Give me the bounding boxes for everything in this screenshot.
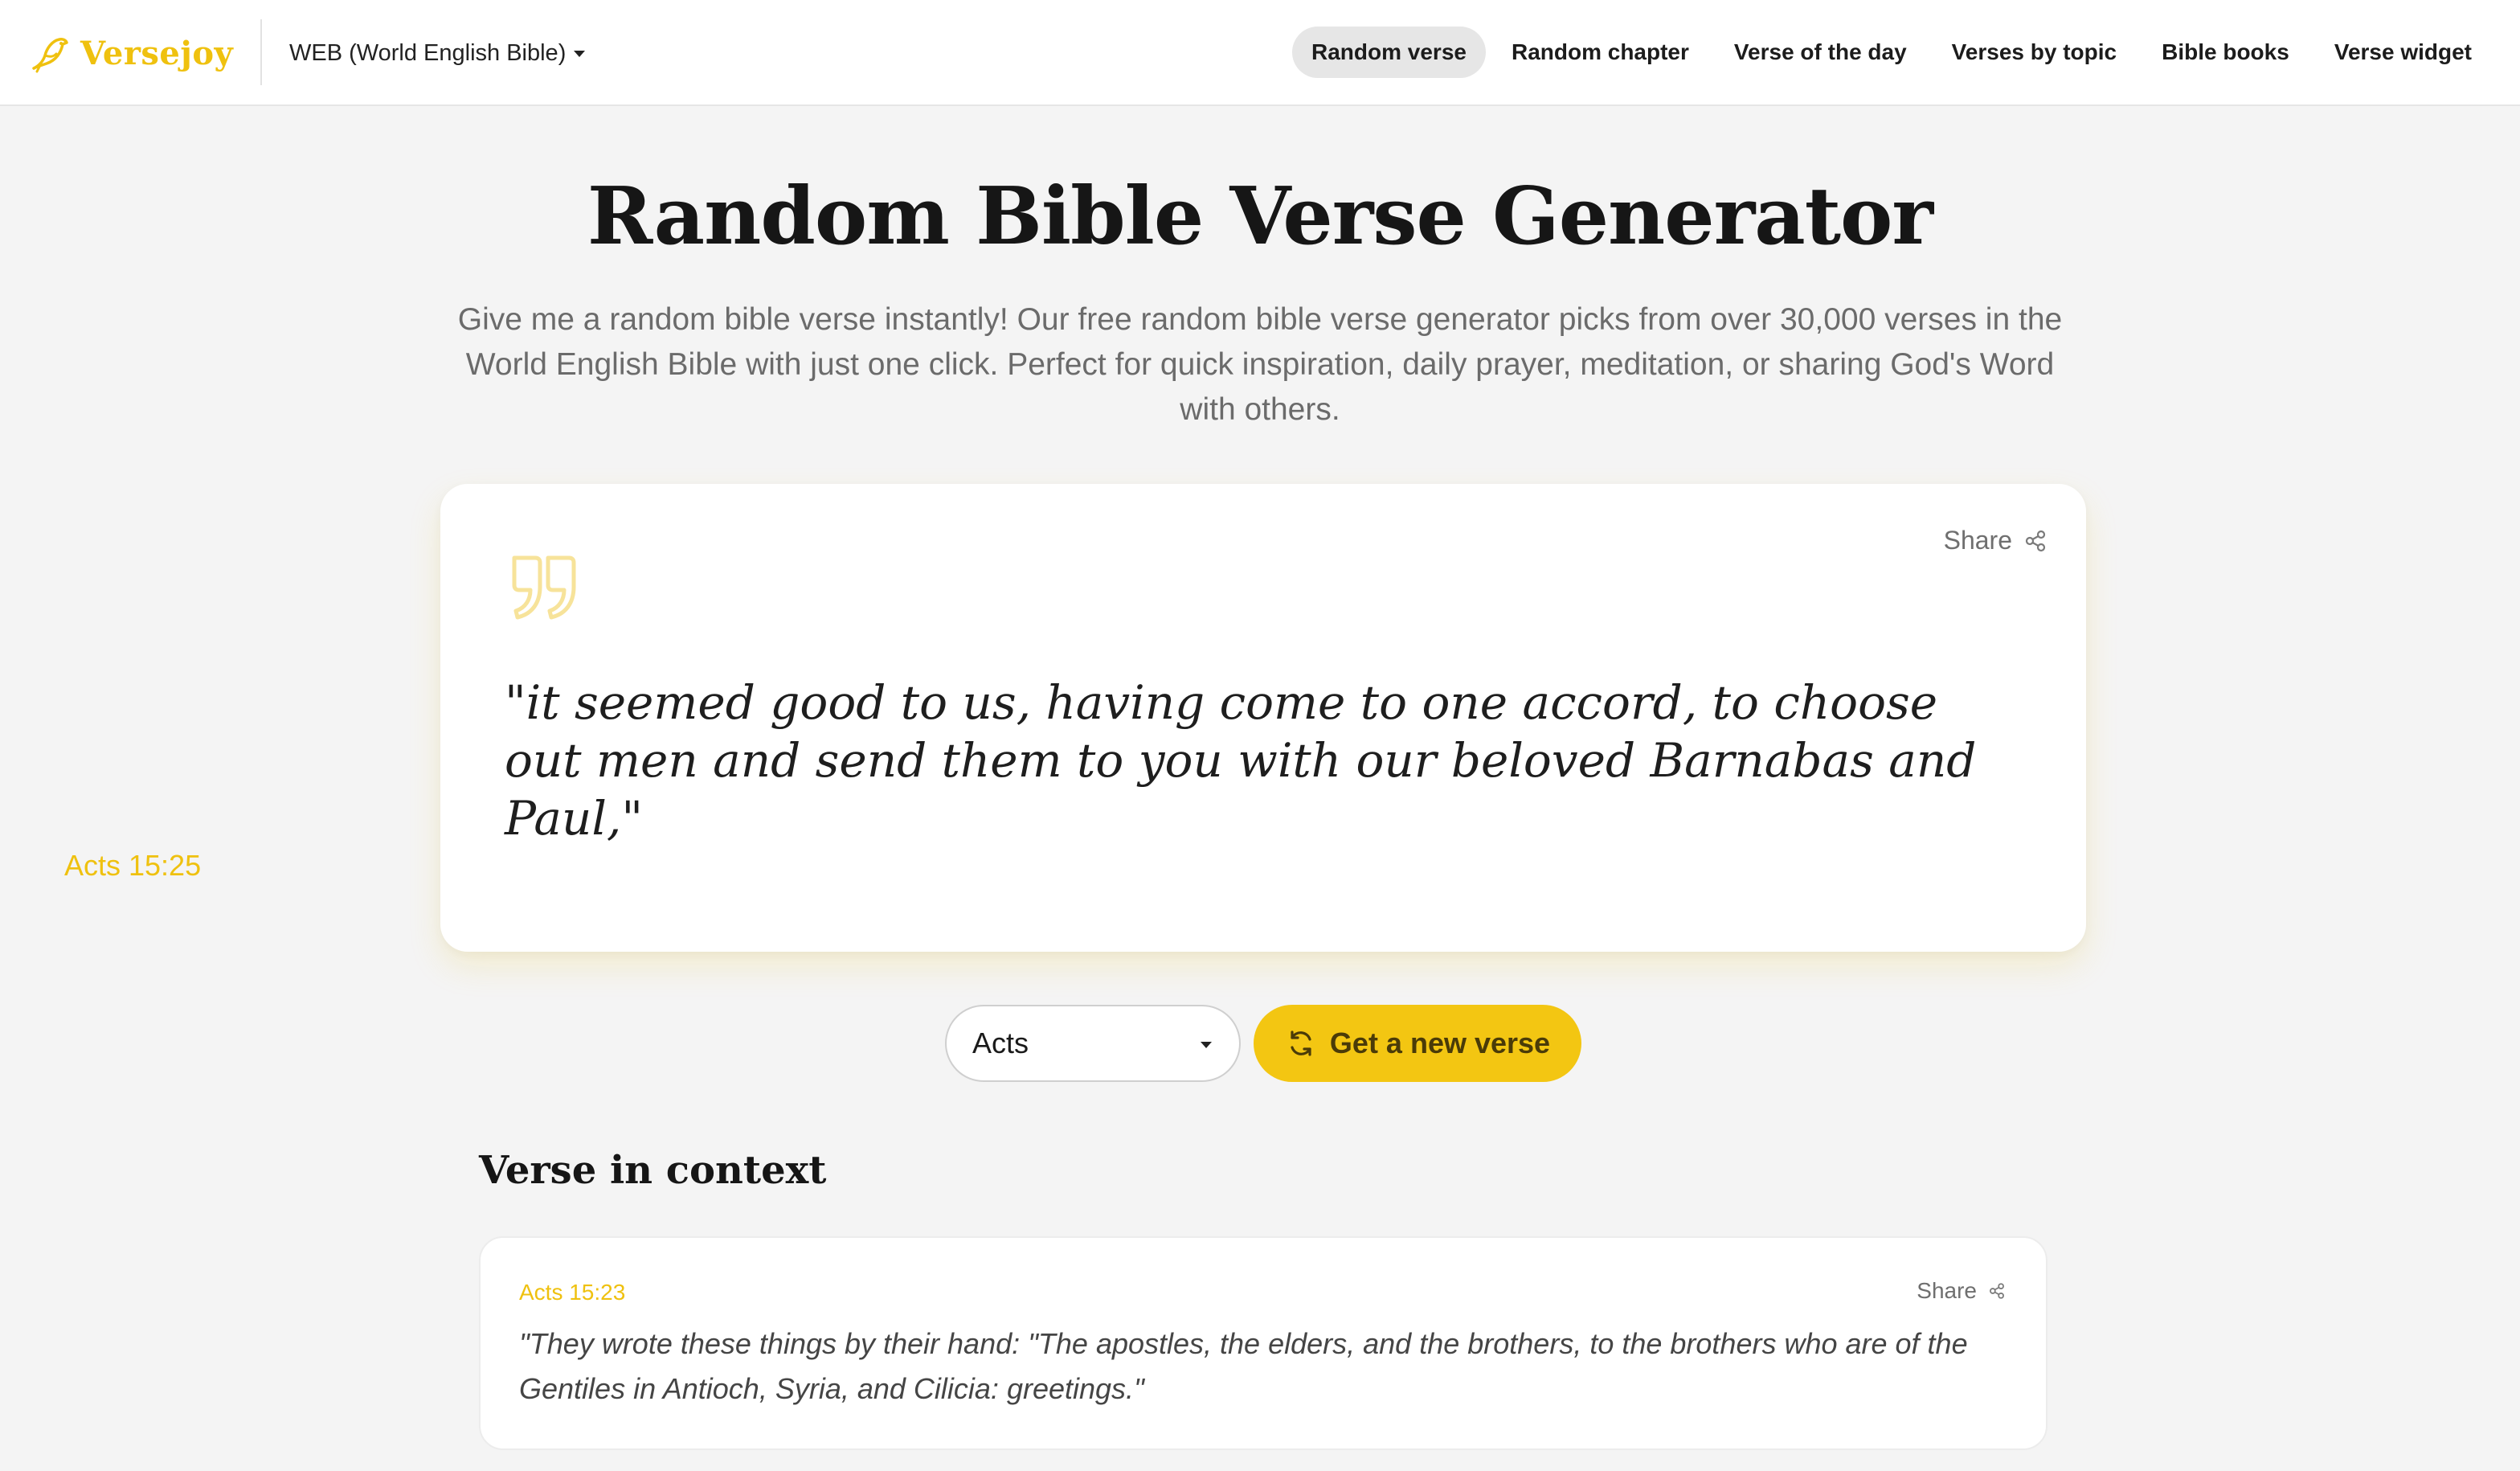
nav-bible-books[interactable]: Bible books [2142,27,2309,78]
share-icon [2025,530,2046,551]
verse-text: "it seemed good to us, having come to on… [505,675,1977,846]
brand-name: Versejoy [80,34,234,72]
share-label: Share [1943,526,2012,555]
context-share-button[interactable]: Share [1917,1278,2006,1304]
chevron-down-icon [1201,1042,1212,1048]
book-select-value: Acts [972,1026,1029,1059]
quote-icon [512,555,576,620]
main-nav: Random verse Random chapter Verse of the… [1292,26,2491,79]
nav-verses-by-topic[interactable]: Verses by topic [1933,27,2136,78]
nav-random-chapter[interactable]: Random chapter [1492,27,1708,78]
nav-verse-of-the-day[interactable]: Verse of the day [1715,27,1926,78]
verse-in-context-heading: Verse in context [479,1148,827,1193]
context-verse-text: "They wrote these things by their hand: … [519,1327,1968,1405]
share-label: Share [1917,1278,1977,1303]
page-title: Random Bible Verse Generator [587,170,1933,263]
book-select[interactable]: Acts [945,1005,1241,1082]
nav-random-verse[interactable]: Random verse [1292,27,1486,78]
get-new-verse-label: Get a new verse [1329,1026,1551,1059]
brand-logo-link[interactable]: Versejoy [29,29,233,77]
refresh-icon [1291,1031,1311,1056]
context-verse-reference[interactable]: Acts 15:23 [519,1280,625,1305]
header-divider [260,19,262,85]
intro-text: Give me a random bible verse instantly! … [457,302,2063,427]
share-icon [1990,1283,2004,1299]
chevron-down-icon [574,51,586,57]
nav-verse-widget[interactable]: Verse widget [2315,27,2491,78]
get-new-verse-button[interactable]: Get a new verse [1254,1005,1581,1082]
verse-reference[interactable]: Acts 15:25 [64,849,201,883]
site-header: Versejoy WEB (World English Bible) Rando… [0,0,2520,106]
verse-card: Share "it seemed good to us, having come… [440,484,2086,952]
bible-version-label: WEB (World English Bible) [289,39,567,66]
bible-version-dropdown[interactable]: WEB (World English Bible) [289,35,586,71]
context-verse-card: Acts 15:23 Share "They wrote these thing… [479,1236,2048,1450]
share-button[interactable]: Share [1944,526,2048,555]
bird-icon [32,38,68,73]
